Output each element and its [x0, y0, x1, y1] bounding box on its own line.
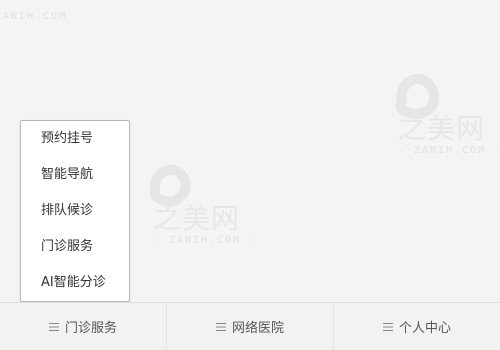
- menu-item-smart-navigation[interactable]: 智能导航: [21, 157, 129, 193]
- tab-personal-center[interactable]: 个人中心: [333, 303, 500, 350]
- tab-label: 门诊服务: [64, 321, 117, 336]
- menu-item-ai-triage[interactable]: AI智能分诊: [21, 265, 129, 301]
- bottom-navigation-bar: 门诊服务 网络医院 个人中心: [0, 302, 500, 350]
- menu-item-appointment[interactable]: 预约挂号: [21, 121, 129, 157]
- tab-outpatient-service[interactable]: 门诊服务: [0, 303, 166, 350]
- watermark-left: 之美网 - ZANIH.COM -: [135, 145, 295, 265]
- tab-label: 网络医院: [231, 321, 284, 336]
- watermark-text: 之美网: [153, 202, 241, 235]
- menu-item-outpatient-service[interactable]: 门诊服务: [21, 229, 129, 265]
- menu-icon: [382, 322, 393, 332]
- watermark-subtext: - ZANIH.COM -: [0, 0, 68, 33]
- popup-menu: 预约挂号 智能导航 排队候诊 门诊服务 AI智能分诊: [20, 120, 130, 302]
- watermark-right: 之美网 - ZANIH.COM -: [380, 55, 500, 205]
- watermark-logo-icon: [395, 74, 439, 119]
- menu-icon: [48, 322, 59, 332]
- watermark-text: 之美网: [398, 112, 486, 145]
- tab-online-hospital[interactable]: 网络医院: [166, 303, 333, 350]
- menu-icon: [215, 322, 226, 332]
- watermark-subtext: - ZANIH.COM -: [153, 235, 258, 246]
- menu-item-queue[interactable]: 排队候诊: [21, 193, 129, 229]
- watermark-subtext: - ZANIH.COM -: [398, 145, 500, 156]
- watermark-logo-icon: [149, 164, 191, 207]
- tab-label: 个人中心: [398, 321, 451, 336]
- watermark-top: - ZANIH.COM -: [0, 0, 75, 33]
